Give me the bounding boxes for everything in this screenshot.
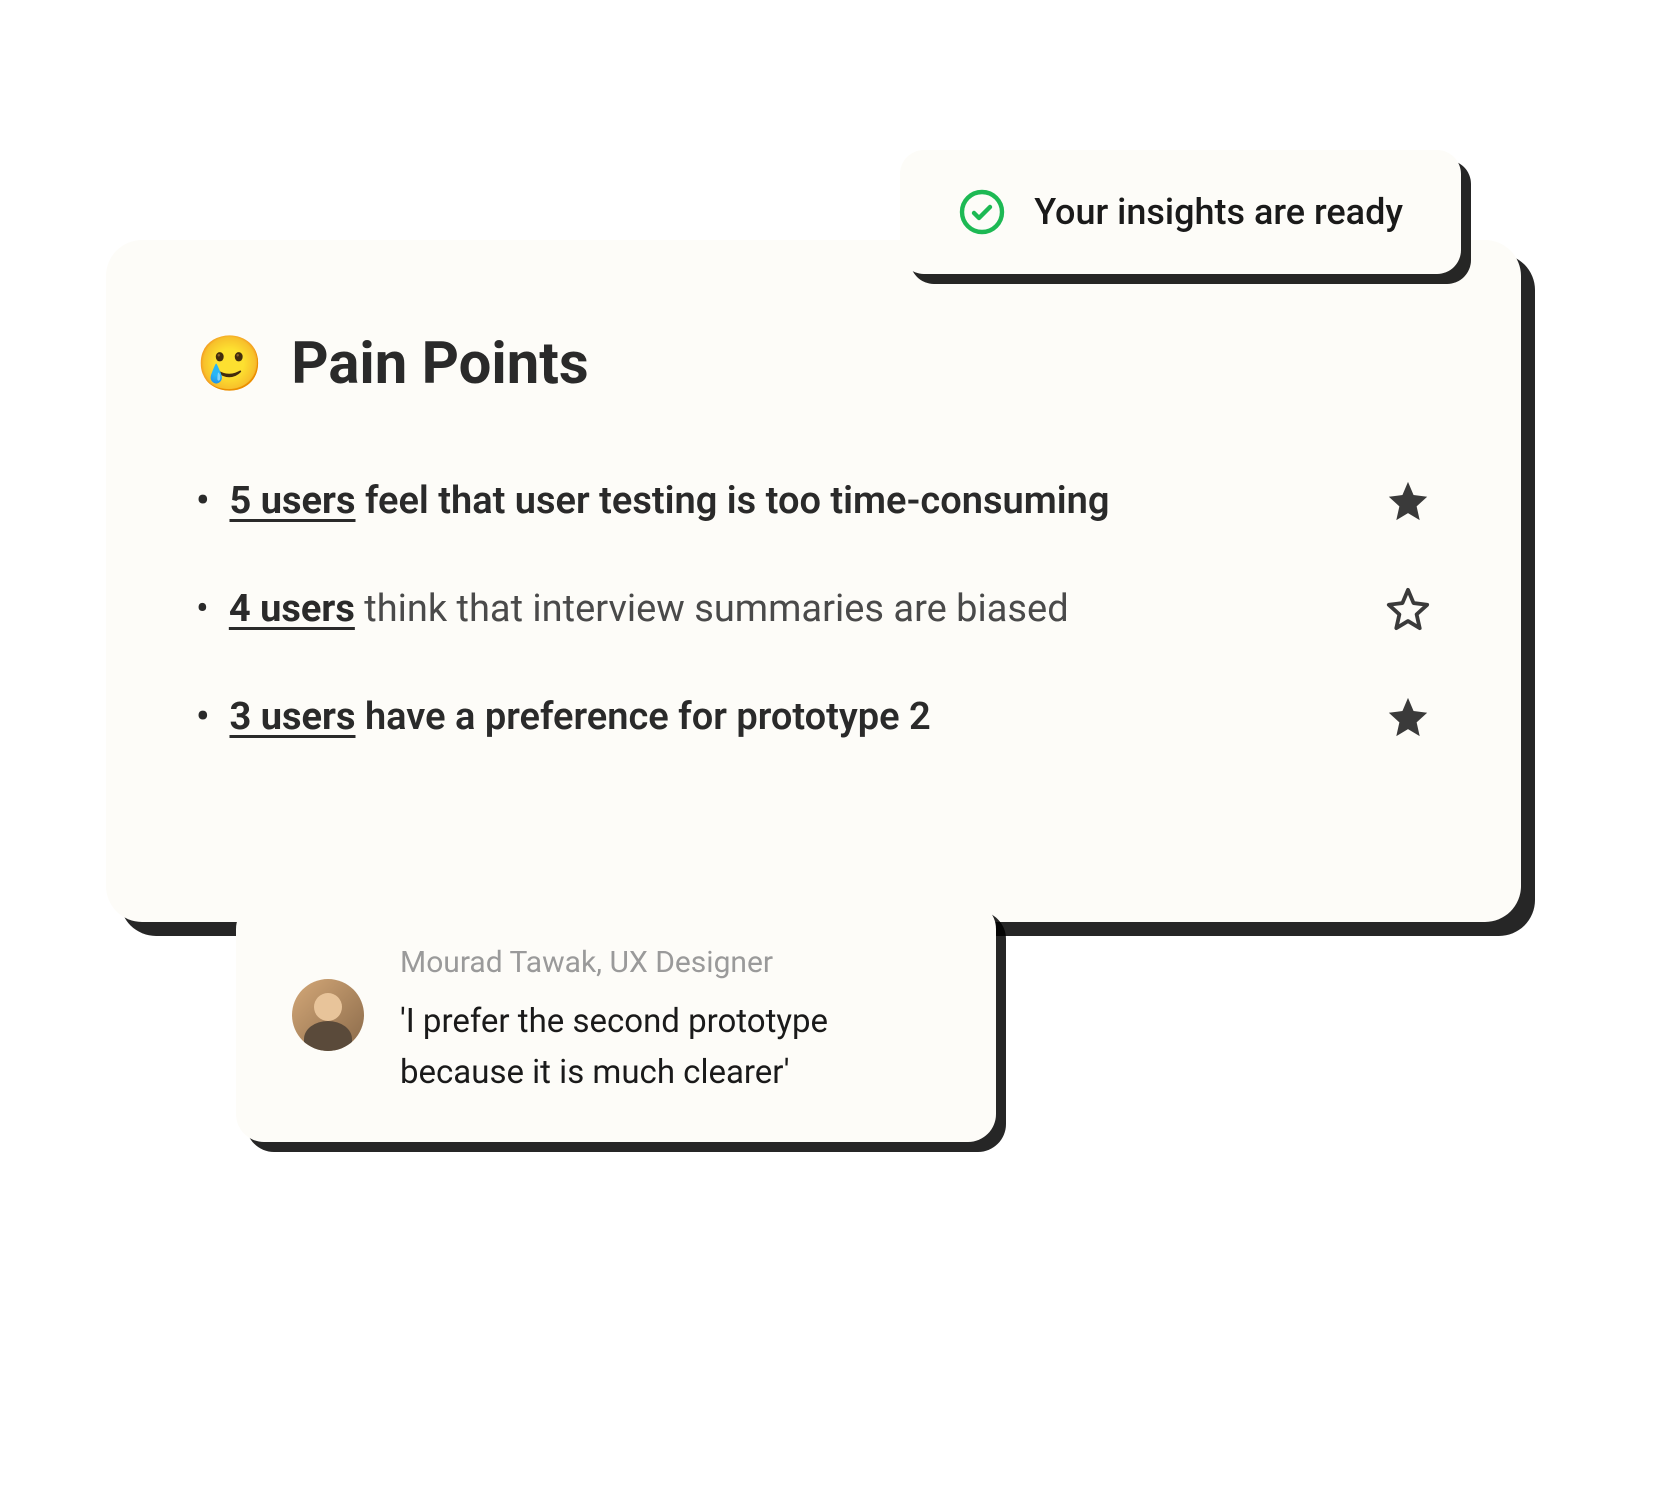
- bullet-icon: •: [196, 695, 209, 739]
- insight-text: • 5 users feel that user testing is too …: [196, 479, 1109, 523]
- user-count[interactable]: 5 users: [229, 479, 355, 523]
- bullet-icon: •: [196, 479, 209, 523]
- quote-text: 'I prefer the second prototype because i…: [400, 996, 940, 1098]
- insight-row: • 5 users feel that user testing is too …: [196, 478, 1431, 524]
- card-title: Pain Points: [291, 330, 588, 398]
- insight-text: • 4 users think that interview summaries…: [196, 587, 1069, 631]
- insight-row: • 3 users have a preference for prototyp…: [196, 694, 1431, 740]
- star-filled-icon[interactable]: [1385, 478, 1431, 524]
- pain-points-card: 🥲 Pain Points • 5 users feel that user t…: [106, 240, 1521, 922]
- bullet-icon: •: [196, 587, 209, 631]
- star-outline-icon[interactable]: [1385, 586, 1431, 632]
- star-filled-icon[interactable]: [1385, 694, 1431, 740]
- insight-text: • 3 users have a preference for prototyp…: [196, 695, 931, 739]
- insight-row: • 4 users think that interview summaries…: [196, 586, 1431, 632]
- check-circle-icon: [958, 188, 1006, 236]
- avatar: [292, 979, 364, 1051]
- user-count[interactable]: 4 users: [229, 587, 355, 631]
- toast-message: Your insights are ready: [1034, 191, 1403, 233]
- card-header: 🥲 Pain Points: [196, 330, 1431, 398]
- insight-rest: feel that user testing is too time-consu…: [356, 479, 1110, 523]
- insights-ready-toast: Your insights are ready: [900, 150, 1461, 274]
- tear-smile-emoji-icon: 🥲: [196, 333, 263, 396]
- user-count[interactable]: 3 users: [229, 695, 355, 739]
- quote-author: Mourad Tawak, UX Designer: [400, 945, 940, 980]
- insight-rest: think that interview summaries are biase…: [355, 587, 1069, 631]
- user-quote-card: Mourad Tawak, UX Designer 'I prefer the …: [236, 901, 996, 1142]
- insight-rest: have a preference for prototype 2: [356, 695, 931, 739]
